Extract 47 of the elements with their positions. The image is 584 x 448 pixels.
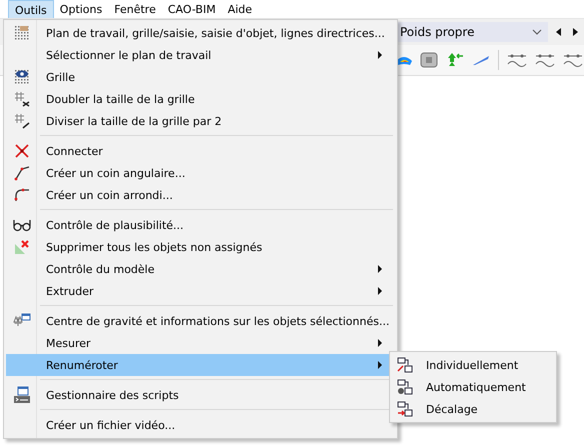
grid-icon bbox=[14, 25, 30, 41]
menu-item[interactable]: Centre de gravité et informations sur les objets sélectionnés... bbox=[6, 310, 395, 332]
renumber-offset-icon bbox=[397, 401, 413, 417]
slanted-line-icon[interactable] bbox=[472, 54, 490, 66]
grid-double-icon bbox=[14, 91, 30, 107]
previous-icon[interactable] bbox=[554, 27, 564, 37]
menu-item[interactable]: Contrôle de plausibilité... bbox=[6, 214, 395, 236]
rounded-corner-icon bbox=[14, 187, 30, 203]
beam-icon[interactable] bbox=[535, 53, 555, 67]
menu-bar-item[interactable]: Options bbox=[54, 0, 108, 18]
menu-bar-item[interactable]: Aide bbox=[222, 0, 258, 18]
menu-item[interactable]: Individuellement bbox=[392, 354, 554, 376]
grid-eye-icon bbox=[14, 69, 30, 85]
menu-bar-item[interactable]: Fenêtre bbox=[108, 0, 162, 18]
menu-item[interactable]: Connecter bbox=[6, 140, 395, 162]
glasses-icon bbox=[13, 218, 31, 232]
menu-item[interactable]: Décalage bbox=[392, 398, 554, 420]
cube-icon[interactable] bbox=[420, 52, 438, 68]
menu-bar-item[interactable]: Outils bbox=[8, 0, 54, 18]
arrows-icon[interactable] bbox=[446, 51, 464, 69]
menu-item[interactable]: Mesurer bbox=[6, 332, 395, 354]
renumber-gear-icon bbox=[397, 379, 413, 395]
chevron-down-icon bbox=[532, 29, 542, 35]
menu-item[interactable]: Diviser la taille de la grille par 2 bbox=[6, 110, 395, 132]
menu-item[interactable]: Doubler la taille de la grille bbox=[6, 88, 395, 110]
menu-item[interactable]: Créer un fichier vidéo... bbox=[6, 414, 395, 436]
renumber-icon bbox=[397, 357, 413, 373]
menu-item[interactable]: Supprimer tous les objets non assignés bbox=[6, 236, 395, 258]
menu-item[interactable]: Plan de travail, grille/saisie, saisie d'objet, lignes directrices... bbox=[6, 22, 395, 44]
grid-half-icon bbox=[14, 113, 30, 129]
menu-item[interactable]: Automatiquement bbox=[392, 376, 554, 398]
menu-item[interactable]: Grille bbox=[6, 66, 395, 88]
angular-corner-icon bbox=[14, 165, 30, 181]
menu-item[interactable]: Gestionnaire des scripts bbox=[6, 384, 395, 406]
menu-item[interactable]: Extruder bbox=[6, 280, 395, 302]
script-icon bbox=[13, 386, 31, 404]
next-icon[interactable] bbox=[570, 27, 580, 37]
menu-item[interactable]: Créer un coin angulaire... bbox=[6, 162, 395, 184]
menu-item[interactable]: Créer un coin arrondi... bbox=[6, 184, 395, 206]
menu-bar-item[interactable]: CAO-BIM bbox=[162, 0, 222, 18]
menu-item[interactable]: Contrôle du modèle bbox=[6, 258, 395, 280]
beam-icon[interactable] bbox=[507, 53, 527, 67]
delete-objects-icon bbox=[14, 239, 30, 255]
load-case-dropdown[interactable]: Poids propre bbox=[398, 22, 548, 42]
connect-icon bbox=[14, 143, 30, 159]
balance-icon bbox=[13, 313, 31, 329]
beam-icon[interactable] bbox=[563, 53, 583, 67]
